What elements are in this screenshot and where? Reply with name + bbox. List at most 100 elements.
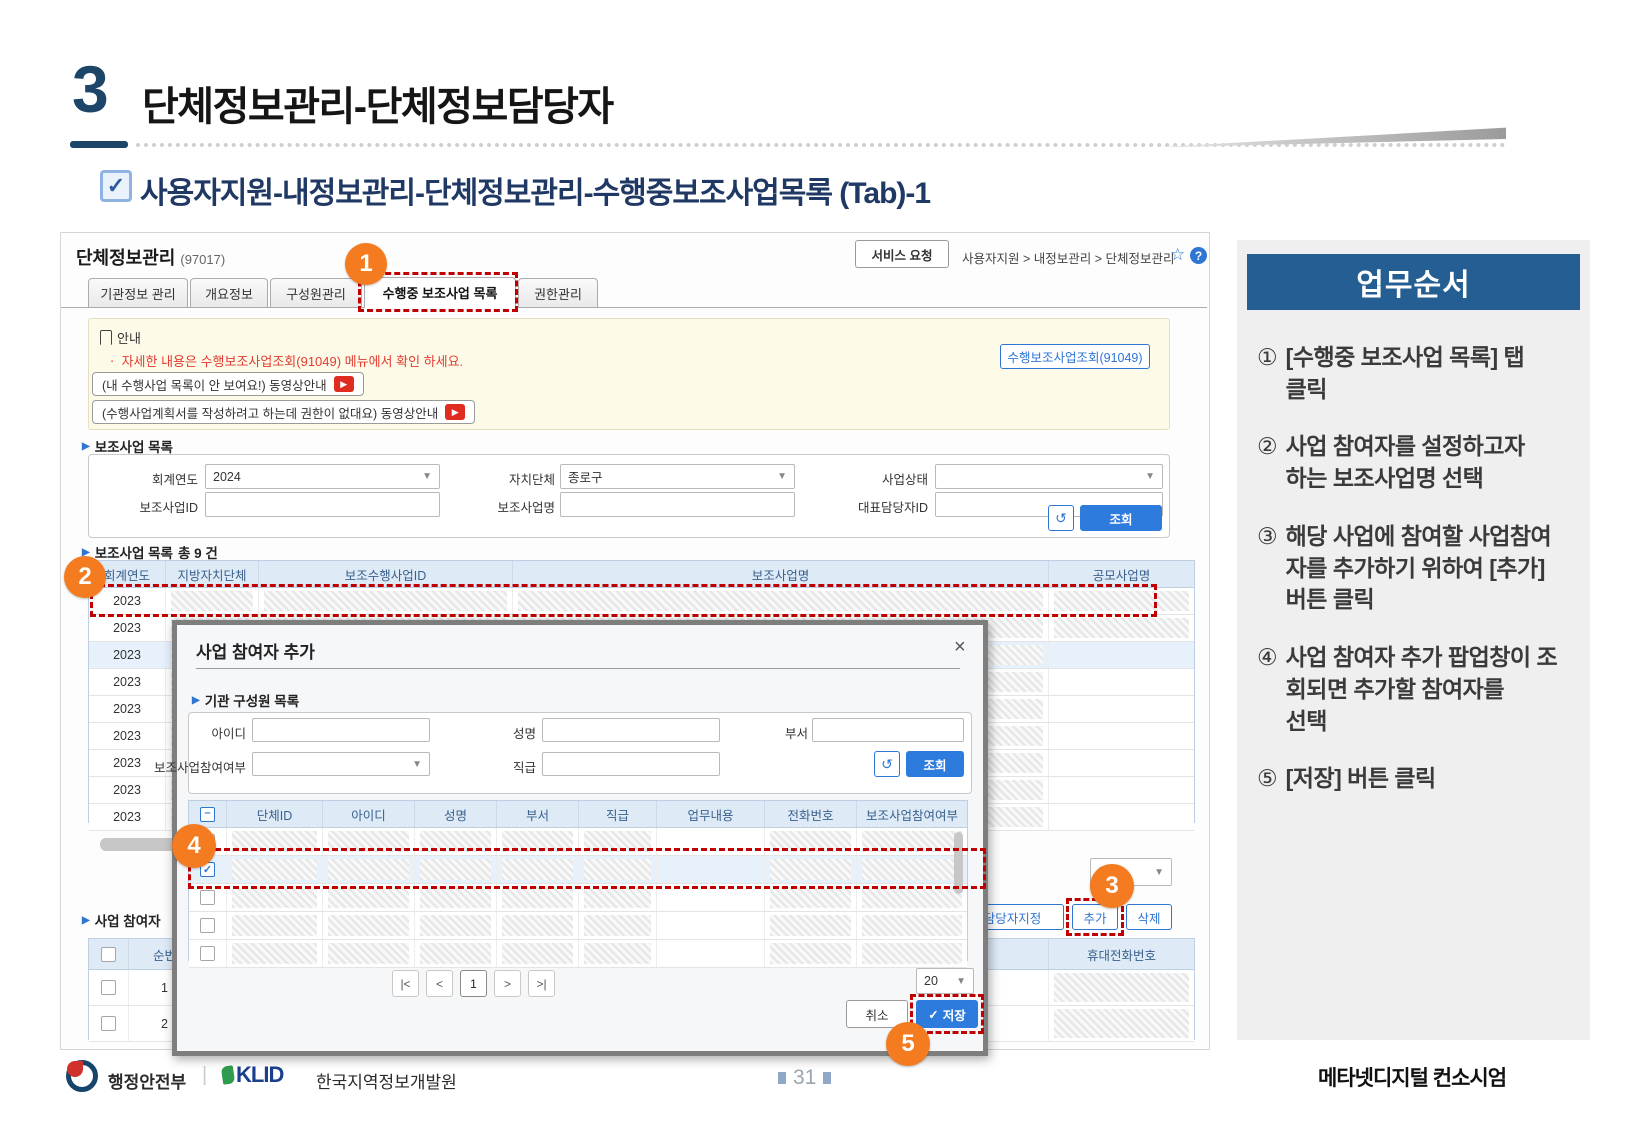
redacted-cell [770,887,851,908]
redacted-cell [502,943,573,964]
row-checkbox[interactable] [101,980,116,995]
row-checkbox[interactable] [200,918,215,933]
member-reset-button[interactable]: ↺ [874,751,900,777]
notice-warning: ㆍ 자세한 내용은 수행보조사업조회(91049) 메뉴에서 확인 하세요. [106,351,463,370]
redacted-cell [1054,973,1189,1002]
table-cell [1049,696,1194,722]
close-icon[interactable]: × [954,636,966,659]
member-search-button[interactable]: 조회 [906,751,964,777]
step-badge-1: 1 [345,243,387,285]
year-value: 2024 [213,470,241,484]
search-button[interactable]: 조회 [1080,505,1162,531]
table-row[interactable] [189,912,967,940]
tab-members[interactable]: 구성원관리 [270,278,362,308]
tab-overview[interactable]: 개요정보 [190,278,268,308]
joined-select[interactable]: ▼ [252,752,430,776]
year-label: 회계연도 [98,469,198,488]
step-text: 사업 참여자를 설정하고자 하는 보조사업명 선택 [1286,431,1525,494]
mois-logo [66,1060,98,1092]
redacted-cell [232,915,317,936]
col-select [89,939,129,969]
page-title: 단체정보관리-단체정보담당자 [142,74,613,132]
highlight-tab-box [358,272,518,312]
delete-button[interactable]: 삭제 [1126,904,1172,930]
member-section-label: ▶ 기관 구성원 목록 [192,690,299,710]
page-square-icon [823,1072,831,1084]
subsidy-inquiry-link-button[interactable]: 수행보조사업조회(91049) [1000,344,1150,369]
video-guide-button-1[interactable]: (내 수행사업 목록이 안 보여요!) 동영상안내 ▶ [92,372,364,396]
step-text: [저장] 버튼 클릭 [1286,763,1436,795]
member-page-size-value: 20 [924,974,938,988]
video-guide-button-2[interactable]: (수행사업계획서를 작성하려고 하는데 권한이 없대요) 동영상안내 ▶ [92,400,475,424]
table-cell [579,940,657,967]
redacted-cell [328,915,409,936]
manager-id-label: 대표담당자ID [828,497,928,516]
table-cell [1049,669,1194,695]
step-number: ③ [1257,521,1278,616]
subsidy-name-label: 보조사업명 [455,497,555,516]
status-select[interactable]: ▼ [935,464,1163,489]
redacted-cell [420,887,491,908]
redacted-cell [584,915,651,936]
redacted-cell [502,887,573,908]
redacted-cell [232,943,317,964]
filter-section-label: ▶ 보조사업 목록 [82,436,173,456]
member-page-size-select[interactable]: 20 ▼ [916,968,974,994]
favorite-star-icon[interactable]: ☆ [1170,245,1185,265]
org-select[interactable]: 종로구 ▼ [560,464,795,489]
highlight-member-row-box [188,848,986,889]
reset-button[interactable]: ↺ [1048,505,1074,531]
section-arrow-icon: ▶ [82,441,90,452]
tab-permissions[interactable]: 권한관리 [518,278,598,308]
workflow-sidebar: 업무순서 ①[수행중 보조사업 목록] 탭 클릭②사업 참여자를 설정하고자 하… [1237,240,1590,1040]
member-table-header: 단체ID 아이디 성명 부서 직급 업무내용 전화번호 보조사업참여여부 [189,801,967,828]
joined-label: 보조사업참여여부 [146,757,246,776]
table-row[interactable] [189,940,967,968]
table-cell: 2023 [89,777,166,803]
member-id-input[interactable] [252,718,430,742]
first-page-button[interactable]: |< [392,970,419,997]
table-cell: 2023 [89,615,166,641]
notice-warning-text: 자세한 내용은 수행보조사업조회(91049) 메뉴에서 확인 하세요. [122,354,464,369]
redacted-cell [502,915,573,936]
subsidy-id-label: 보조사업ID [98,497,198,516]
row-checkbox[interactable] [200,946,215,961]
member-dept-input[interactable] [812,718,964,742]
last-page-button[interactable]: >| [528,970,555,997]
chevron-down-icon: ▼ [412,759,422,770]
member-id-label: 아이디 [170,723,246,742]
row-checkbox[interactable] [101,1016,116,1031]
prev-page-button[interactable]: < [426,970,453,997]
section-arrow-icon: ▶ [82,915,90,926]
table-cell [227,940,323,967]
row-checkbox[interactable] [200,890,215,905]
subsidy-id-input[interactable] [205,492,440,517]
klid-logo: KLID [222,1062,283,1088]
notice-title: 안내 [100,328,141,347]
breadcrumb: 사용자지원 > 내정보관리 > 단체정보관리 [962,248,1175,267]
next-page-button[interactable]: > [494,970,521,997]
select-all-checkbox[interactable] [200,807,215,822]
step-text: 사업 참여자 추가 팝업창이 조 회되면 추가할 참여자를 선택 [1286,642,1557,737]
app-title-text: 단체정보관리 [76,248,175,268]
play-icon: ▶ [334,376,354,392]
workflow-step: ⑤[저장] 버튼 클릭 [1257,763,1576,795]
redacted-cell [328,943,409,964]
subsidy-name-input[interactable] [560,492,795,517]
year-select[interactable]: 2024 ▼ [205,464,440,489]
select-all-checkbox[interactable] [101,947,116,962]
help-icon[interactable]: ? [1190,247,1207,264]
bullet-icon: ㆍ [106,354,118,369]
table-cell [765,940,857,967]
redacted-cell [420,915,491,936]
table-cell [1049,750,1194,776]
service-request-button[interactable]: 서비스 요청 [855,240,949,268]
page-number: 31 [778,1066,831,1090]
step-number: ① [1257,342,1278,405]
tab-org-info[interactable]: 기관정보 관리 [88,278,188,308]
current-page[interactable]: 1 [460,970,487,997]
grade-input[interactable] [542,752,720,776]
member-name-input[interactable] [542,718,720,742]
org-label: 자치단체 [455,469,555,488]
dialog-title: 사업 참여자 추가 [196,638,315,663]
